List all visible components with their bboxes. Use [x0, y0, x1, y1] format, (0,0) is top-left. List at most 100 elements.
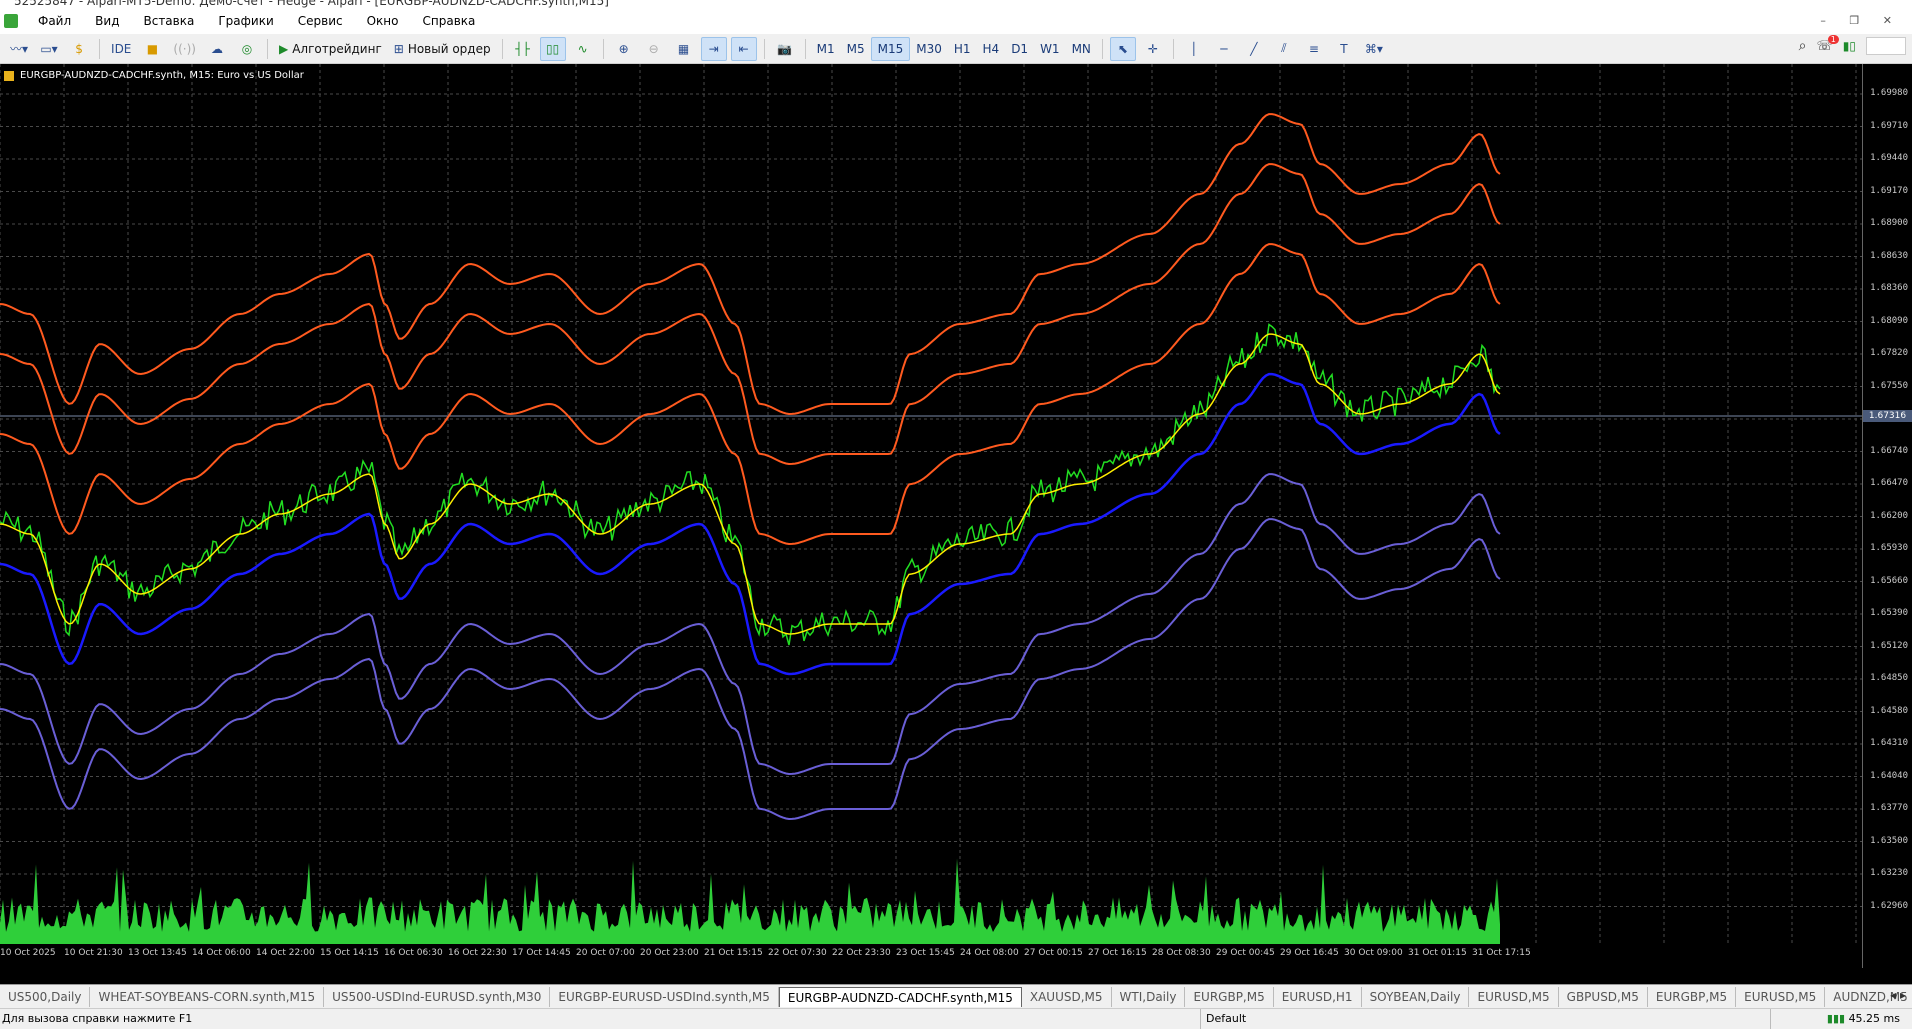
chart-tab[interactable]: US500,Daily — [0, 986, 91, 1007]
ide-label: IDE — [111, 41, 132, 56]
status-profile[interactable]: Default — [1206, 1012, 1246, 1025]
cursor-icon[interactable]: ⬉ — [1109, 36, 1136, 61]
bar-chart-icon[interactable]: ┤├ — [510, 37, 536, 61]
chart-tab[interactable]: XAUUSD,M5 — [1022, 986, 1112, 1007]
price-label: 1.68090 — [1870, 315, 1908, 326]
candles-icon[interactable]: ▯▯ — [539, 36, 566, 61]
search-icon[interactable]: ⌕ — [1799, 38, 1807, 54]
market-icon[interactable]: $ — [66, 37, 92, 61]
autoscroll-icon[interactable]: ⇥ — [700, 36, 727, 61]
notifications-icon[interactable]: ☏ 1 — [1817, 34, 1839, 54]
vps-icon[interactable]: ◎ — [234, 37, 260, 61]
tab-scroll-arrows[interactable]: ◂ ▸ — [1890, 988, 1906, 1002]
timeframe-d1[interactable]: D1 — [1005, 37, 1034, 61]
lower-band-3 — [0, 518, 1501, 821]
menu-insert[interactable]: Вставка — [131, 14, 206, 28]
new-order-label: Новый ордер — [407, 41, 491, 56]
chart-tab[interactable]: EURGBP-EURUSD-USDInd.synth,M5 — [550, 986, 779, 1007]
status-help-text: Для вызова справки нажмите F1 — [2, 1012, 193, 1025]
mini-chart-preview[interactable] — [1866, 37, 1906, 55]
algotrading-button[interactable]: ▶ Алготрейдинг — [275, 37, 386, 61]
menu-bar: Файл Вид Вставка Графики Сервис Окно Спр… — [0, 8, 1912, 34]
vertical-line-icon[interactable]: │ — [1181, 37, 1207, 61]
menu-help[interactable]: Справка — [411, 14, 488, 28]
chart-window[interactable]: EURGBP-AUDNZD-CADCHF.synth, M15: Euro vs… — [0, 64, 1912, 968]
chart-tab[interactable]: EURUSD,H1 — [1274, 986, 1362, 1007]
chart-tab[interactable]: SOYBEAN,Daily — [1362, 986, 1470, 1007]
chart-tab[interactable]: GBPUSD,M5 — [1559, 986, 1648, 1007]
lock-icon[interactable]: ■ — [139, 37, 165, 61]
channel-icon[interactable]: ⫽ — [1271, 37, 1297, 61]
screenshot-icon[interactable]: 📷 — [772, 37, 798, 61]
time-label: 30 Oct 09:00 — [1344, 948, 1403, 958]
line-chart-icon[interactable]: ∿ — [570, 37, 596, 61]
menu-tools[interactable]: Сервис — [286, 14, 355, 28]
menu-file[interactable]: Файл — [26, 14, 83, 28]
price-label: 1.65930 — [1870, 543, 1908, 553]
status-bar: Для вызова справки нажмите F1 Default ▮▮… — [0, 1008, 1912, 1029]
price-scale[interactable]: 1.69980 1.69710 1.69440 1.69170 1.68900 1.686… — [1862, 64, 1912, 968]
timeframe-mn[interactable]: MN — [1066, 37, 1097, 61]
time-label: 27 Oct 00:15 — [1024, 948, 1083, 958]
time-label: 22 Oct 23:30 — [832, 948, 891, 958]
zoom-in-icon[interactable]: ⊕ — [611, 37, 637, 61]
timeframe-h4[interactable]: H4 — [977, 37, 1006, 61]
price-label: 1.63230 — [1870, 868, 1908, 878]
chart-tab[interactable]: EURUSD,M5 — [1736, 986, 1826, 1007]
price-label: 1.68900 — [1870, 218, 1908, 228]
ping-icon: ▮▮▮ — [1826, 1012, 1846, 1025]
fibonacci-icon[interactable]: ≡ — [1301, 37, 1327, 61]
chart-tab[interactable]: EURGBP,M5 — [1185, 986, 1274, 1007]
timeframe-m1[interactable]: M1 — [811, 37, 841, 61]
chart-tab[interactable]: WTI,Daily — [1112, 986, 1186, 1007]
zoom-out-icon[interactable]: ⊖ — [641, 37, 667, 61]
price-label: 1.66200 — [1870, 510, 1908, 521]
chart-tab[interactable]: EURGBP-AUDNZD-CADCHF.synth,M15 — [778, 986, 1022, 1007]
timeframe-m30[interactable]: M30 — [910, 37, 948, 61]
price-label: 1.69440 — [1870, 153, 1908, 163]
chart-tab[interactable]: US500-USDInd-EURUSD.synth,M30 — [324, 986, 551, 1007]
price-label: 1.67550 — [1870, 380, 1908, 391]
grid-icon[interactable]: ▦ — [671, 37, 697, 61]
time-label: 14 Oct 22:00 — [256, 948, 315, 958]
chart-type-icon[interactable]: 〰▾ — [6, 37, 32, 61]
time-label: 21 Oct 15:15 — [704, 948, 763, 958]
time-label: 16 Oct 22:30 — [448, 948, 507, 958]
timeframe-w1[interactable]: W1 — [1034, 37, 1066, 61]
chart-shift-icon[interactable]: ⇤ — [730, 36, 757, 61]
price-label: 1.64850 — [1870, 673, 1908, 683]
new-order-button[interactable]: ⊞ Новый ордер — [390, 37, 495, 61]
menu-charts[interactable]: Графики — [206, 14, 285, 28]
ide-button[interactable]: IDE — [107, 37, 135, 61]
timeframe-h1[interactable]: H1 — [948, 37, 977, 61]
current-price-tag: 1.67316 — [1863, 410, 1912, 422]
trendline-icon[interactable]: ╱ — [1241, 37, 1267, 61]
timeframe-m5[interactable]: M5 — [841, 37, 871, 61]
signals-icon[interactable]: ((·)) — [169, 37, 200, 61]
time-label: 29 Oct 00:45 — [1216, 948, 1275, 958]
crosshair-icon[interactable]: ✛ — [1140, 37, 1166, 61]
timeframe-m15[interactable]: M15 — [870, 36, 911, 61]
toolbar-right: ⌕ ☏ 1 ▮▯ — [1799, 34, 1906, 55]
chart-canvas[interactable] — [0, 64, 1862, 968]
time-label: 16 Oct 06:30 — [384, 948, 443, 958]
time-label: 13 Oct 13:45 — [128, 948, 187, 958]
price-label: 1.65390 — [1870, 608, 1908, 618]
menu-view[interactable]: Вид — [83, 14, 131, 28]
signal-strength-icon[interactable]: ▮▯ — [1843, 39, 1856, 53]
menu-window[interactable]: Окно — [355, 14, 411, 28]
price-label: 1.69710 — [1870, 120, 1908, 131]
price-label: 1.68360 — [1870, 283, 1908, 293]
chart-tab[interactable]: WHEAT-SOYBEANS-CORN.synth,M15 — [90, 986, 325, 1007]
time-label: 28 Oct 08:30 — [1152, 948, 1211, 958]
chart-tab[interactable]: EURUSD,M5 — [1469, 986, 1559, 1007]
price-label: 1.62960 — [1870, 900, 1908, 911]
shapes-icon[interactable]: ⌘▾ — [1361, 37, 1387, 61]
child-window-controls[interactable]: – ❐ ✕ — [1820, 14, 1902, 27]
price-label: 1.65660 — [1870, 575, 1908, 586]
template-icon[interactable]: ▭▾ — [36, 37, 62, 61]
chart-tab[interactable]: EURGBP,M5 — [1648, 986, 1737, 1007]
cloud-icon[interactable]: ☁ — [204, 37, 230, 61]
text-icon[interactable]: T — [1331, 37, 1357, 61]
horizontal-line-icon[interactable]: ─ — [1211, 37, 1237, 61]
